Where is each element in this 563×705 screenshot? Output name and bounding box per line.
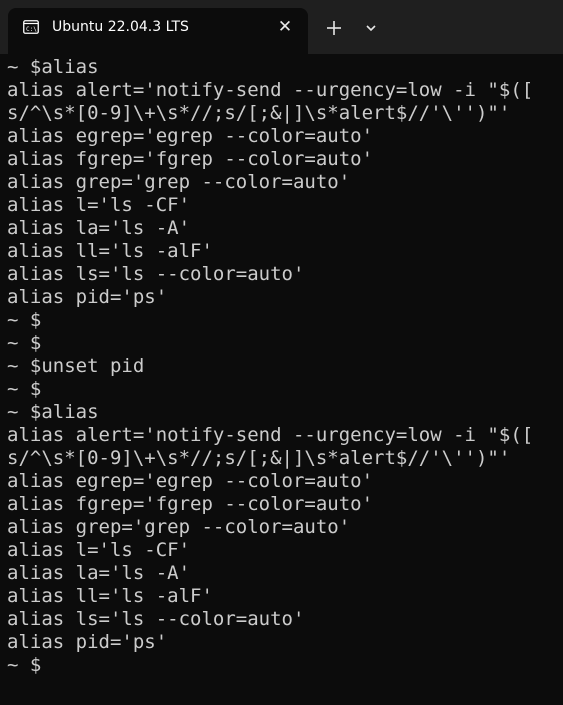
terminal-line: alias pid='ps' [7,286,168,308]
terminal-line: alias fgrep='fgrep --color=auto' [7,148,374,170]
terminal-line: alias egrep='egrep --color=auto' [7,125,374,147]
tab-ubuntu[interactable]: C:\ Ubuntu 22.04.3 LTS ✕ [8,8,308,54]
terminal-window: C:\ Ubuntu 22.04.3 LTS ✕ ~ $alias alias a… [0,0,563,705]
terminal-line: alias l='ls -CF' [7,194,191,216]
terminal-output[interactable]: ~ $alias alias alert='notify-send --urgen… [0,56,563,705]
terminal-line: alias ls='ls --color=auto' [7,263,305,285]
plus-icon [327,21,341,35]
terminal-line: alias ls='ls --color=auto' [7,608,305,630]
terminal-line: alias la='ls -A' [7,562,191,584]
terminal-line: alias fgrep='fgrep --color=auto' [7,493,374,515]
chevron-down-icon [366,25,376,32]
terminal-line: ~ $unset pid [7,355,145,377]
terminal-line: alias egrep='egrep --color=auto' [7,470,374,492]
title-bar: C:\ Ubuntu 22.04.3 LTS ✕ [0,0,563,54]
terminal-line: ~ $alias [7,56,99,78]
terminal-line: alias grep='grep --color=auto' [7,171,351,193]
close-icon[interactable]: ✕ [275,17,295,37]
terminal-line: alias ll='ls -alF' [7,585,213,607]
terminal-line: ~ $ [7,332,42,354]
terminal-line: alias alert='notify-send --urgency=low -… [7,79,534,101]
terminal-line: ~ $ [7,654,42,676]
terminal-line: s/^\s*[0-9]\+\s*//;s/[;&|]\s*alert$//'\'… [7,447,511,469]
terminal-line: alias grep='grep --color=auto' [7,516,351,538]
terminal-line: alias la='ls -A' [7,217,191,239]
terminal-line: s/^\s*[0-9]\+\s*//;s/[;&|]\s*alert$//'\'… [7,102,511,124]
terminal-icon: C:\ [23,19,39,35]
svg-text:C:\: C:\ [26,26,37,33]
terminal-line: alias alert='notify-send --urgency=low -… [7,424,534,446]
new-tab-button[interactable] [322,16,346,40]
terminal-line: alias l='ls -CF' [7,539,191,561]
tab-dropdown-button[interactable] [359,16,383,40]
terminal-line: alias pid='ps' [7,631,168,653]
terminal-line: ~ $ [7,309,42,331]
tab-title: Ubuntu 22.04.3 LTS [52,19,189,35]
terminal-line: ~ $alias [7,401,99,423]
terminal-line: alias ll='ls -alF' [7,240,213,262]
terminal-line: ~ $ [7,378,42,400]
